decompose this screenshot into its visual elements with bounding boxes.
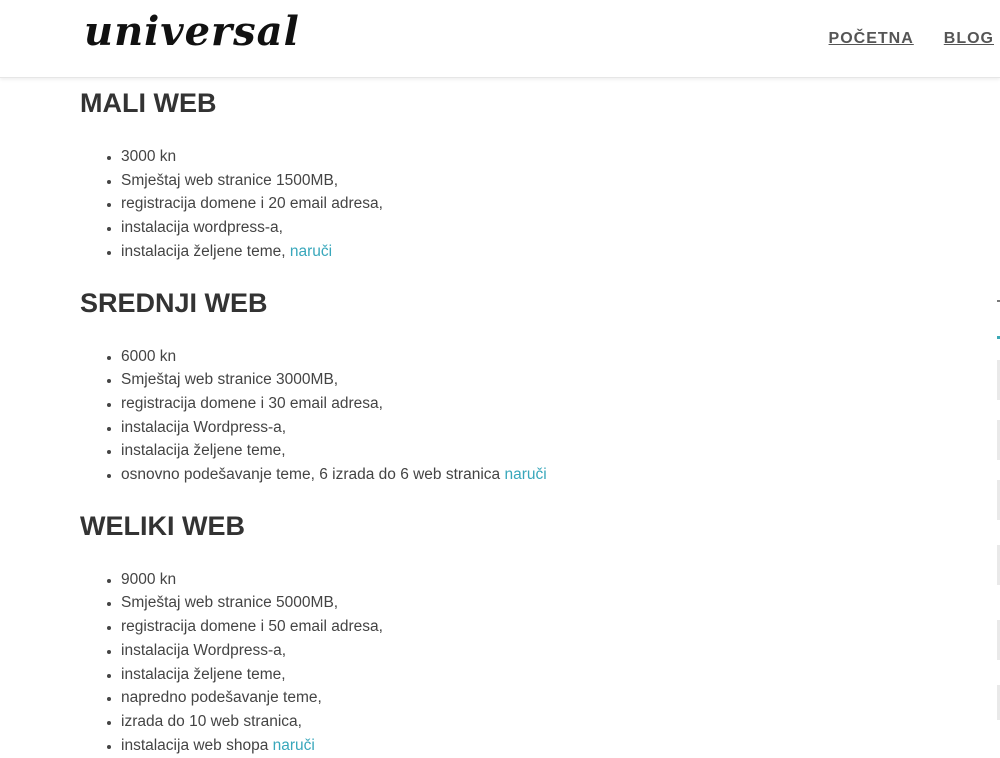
- order-link[interactable]: naruči: [504, 466, 546, 483]
- package-feature-list: 3000 kn Smještaj web stranice 1500MB, re…: [80, 145, 960, 264]
- package-weliki-web: WELIKI WEB 9000 kn Smještaj web stranice…: [80, 511, 960, 758]
- package-title: MALI WEB: [80, 88, 217, 118]
- package-title: SREDNJI WEB: [80, 287, 268, 318]
- order-link[interactable]: naruči: [290, 243, 332, 260]
- list-item: izrada do 10 web stranica,: [121, 710, 960, 734]
- list-item: instalacija Wordpress-a,: [121, 416, 960, 440]
- package-feature-list: 6000 kn Smještaj web stranice 3000MB, re…: [80, 345, 960, 487]
- package-mali-web: MALI WEB 3000 kn Smještaj web stranice 1…: [80, 88, 960, 264]
- nav-link-pocetna[interactable]: POČETNA: [829, 30, 914, 48]
- list-item: registracija domene i 30 email adresa,: [121, 392, 960, 416]
- site-logo[interactable]: universal: [84, 8, 300, 55]
- list-item: Smještaj web stranice 1500MB,: [121, 169, 960, 193]
- list-item: instalacija web shopa naruči: [121, 734, 960, 758]
- nav-link-blog[interactable]: BLOG: [944, 30, 994, 48]
- list-item: instalacija željene teme,: [121, 439, 960, 463]
- list-item: 6000 kn: [121, 345, 960, 369]
- main-nav: POČETNA BLOG: [829, 30, 1000, 48]
- list-item-text: instalacija željene teme,: [121, 242, 286, 260]
- list-item-text: osnovno podešavanje teme, 6 izrada do 6 …: [121, 466, 501, 484]
- list-item: 9000 kn: [121, 568, 960, 592]
- list-item: registracija domene i 50 email adresa,: [121, 615, 960, 639]
- list-item: Smještaj web stranice 5000MB,: [121, 591, 960, 615]
- package-title: WELIKI WEB: [80, 510, 245, 541]
- list-item: napredno podešavanje teme,: [121, 686, 960, 710]
- package-srednji-web: SREDNJI WEB 6000 kn Smještaj web stranic…: [80, 288, 960, 487]
- top-navbar: universal POČETNA BLOG: [0, 0, 1000, 78]
- list-item-text: instalacija web shopa: [121, 736, 269, 754]
- main-content: MALI WEB 3000 kn Smještaj web stranice 1…: [80, 88, 960, 757]
- list-item: instalacija željene teme,: [121, 663, 960, 687]
- list-item: Smještaj web stranice 3000MB,: [121, 368, 960, 392]
- list-item: osnovno podešavanje teme, 6 izrada do 6 …: [121, 463, 960, 487]
- list-item: instalacija Wordpress-a,: [121, 639, 960, 663]
- package-feature-list: 9000 kn Smještaj web stranice 5000MB, re…: [80, 568, 960, 758]
- list-item: instalacija wordpress-a,: [121, 216, 960, 240]
- list-item: registracija domene i 20 email adresa,: [121, 192, 960, 216]
- list-item: 3000 kn: [121, 145, 960, 169]
- order-link[interactable]: naruči: [273, 737, 315, 754]
- list-item: instalacija željene teme, naruči: [121, 240, 960, 264]
